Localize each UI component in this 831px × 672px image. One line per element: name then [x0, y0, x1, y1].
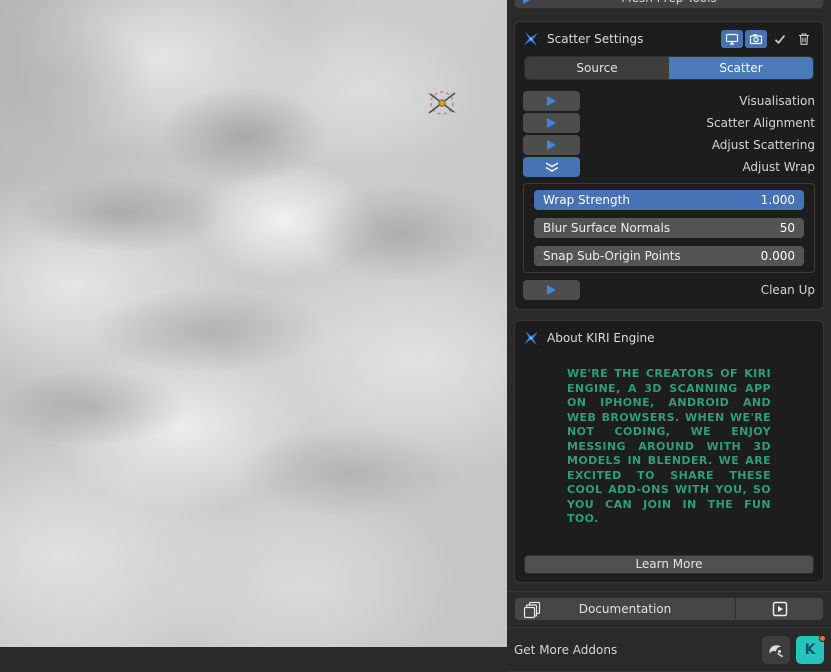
- kiri-app-icon: K: [805, 642, 816, 658]
- play-triangle-icon: [546, 95, 557, 107]
- learn-more-button[interactable]: Learn More: [524, 555, 814, 574]
- documentation-label: Documentation: [515, 602, 735, 616]
- double-chevron-down-icon: [543, 160, 561, 174]
- documentation-button[interactable]: Documentation: [515, 598, 735, 620]
- panel-title: About KIRI Engine: [547, 331, 655, 345]
- kiri-logo-icon: [523, 330, 539, 346]
- play-triangle-icon: [546, 284, 557, 296]
- snap-sub-origin-points-label: Snap Sub-Origin Points: [543, 249, 681, 263]
- scatter-alignment-label: Scatter Alignment: [706, 116, 815, 130]
- panel-title: Scatter Settings: [547, 32, 643, 46]
- wrap-strength-value: 1.000: [761, 193, 795, 207]
- check-icon: [773, 32, 787, 46]
- apply-button[interactable]: [769, 30, 791, 48]
- blur-surface-normals-slider[interactable]: Blur Surface Normals 50: [534, 218, 804, 238]
- wrap-strength-label: Wrap Strength: [543, 193, 630, 207]
- tab-scatter-label: Scatter: [719, 61, 762, 75]
- 3d-viewport[interactable]: [0, 0, 507, 647]
- adjust-wrap-collapse-button[interactable]: [523, 157, 580, 177]
- trash-icon: [797, 32, 811, 46]
- section-row-clean-up: Clean Up: [523, 279, 815, 301]
- kiri-logo-icon: [523, 31, 539, 47]
- snap-sub-origin-points-slider[interactable]: Snap Sub-Origin Points 0.000: [534, 246, 804, 266]
- superhive-market-button[interactable]: [762, 636, 790, 664]
- video-tutorial-icon: [772, 601, 788, 617]
- video-tutorial-button[interactable]: [735, 598, 823, 620]
- display-icon: [725, 32, 739, 46]
- play-triangle-icon: [546, 139, 557, 151]
- about-kiri-engine-panel: About KIRI Engine WE'RE THE CREATORS OF …: [514, 320, 824, 583]
- adjust-wrap-settings-box: Wrap Strength 1.000 Blur Surface Normals…: [523, 183, 815, 273]
- scatter-alignment-expand-button[interactable]: [523, 113, 580, 133]
- adjust-scattering-label: Adjust Scattering: [712, 138, 815, 152]
- tab-scatter[interactable]: Scatter: [669, 57, 813, 79]
- visualisation-label: Visualisation: [739, 94, 815, 108]
- scatter-settings-panel: Scatter Settings Source Scatter: [514, 21, 824, 310]
- source-scatter-tabs: Source Scatter: [524, 56, 814, 80]
- separator: [507, 671, 831, 672]
- blur-surface-normals-label: Blur Surface Normals: [543, 221, 670, 235]
- notification-dot-icon: [819, 635, 826, 642]
- section-row-visualisation: Visualisation: [523, 90, 815, 112]
- header-toggles: [721, 30, 815, 48]
- camera-icon: [749, 32, 763, 46]
- get-more-addons-row: Get More Addons K: [514, 635, 824, 665]
- pages-icon: [523, 601, 541, 619]
- play-triangle-icon: [546, 117, 557, 129]
- section-row-adjust-scattering: Adjust Scattering: [523, 134, 815, 156]
- viewport-display-toggle[interactable]: [721, 30, 743, 48]
- tab-source-label: Source: [576, 61, 617, 75]
- empty-axes-gizmo[interactable]: [424, 85, 460, 121]
- sidebar: Mesh Prep Tools Scatter Settings: [507, 0, 831, 647]
- about-panel-header[interactable]: About KIRI Engine: [523, 325, 815, 351]
- play-triangle-icon: [522, 0, 533, 5]
- render-camera-toggle[interactable]: [745, 30, 767, 48]
- mesh-prep-tools-button[interactable]: Mesh Prep Tools: [514, 0, 824, 9]
- tab-source[interactable]: Source: [525, 57, 669, 79]
- snap-sub-origin-points-value: 0.000: [761, 249, 795, 263]
- adjust-wrap-label: Adjust Wrap: [742, 160, 815, 174]
- wrap-strength-slider[interactable]: Wrap Strength 1.000: [534, 190, 804, 210]
- about-body-text: WE'RE THE CREATORS OF KIRI ENGINE, A 3D …: [567, 367, 771, 527]
- section-row-scatter-alignment: Scatter Alignment: [523, 112, 815, 134]
- adjust-scattering-expand-button[interactable]: [523, 135, 580, 155]
- section-row-adjust-wrap: Adjust Wrap: [523, 156, 815, 178]
- separator: [507, 627, 831, 628]
- separator: [507, 591, 831, 592]
- get-more-addons-label: Get More Addons: [514, 643, 617, 657]
- kiri-app-button[interactable]: K: [796, 636, 824, 664]
- visualisation-expand-button[interactable]: [523, 91, 580, 111]
- clean-up-label: Clean Up: [761, 283, 815, 297]
- clean-up-expand-button[interactable]: [523, 280, 580, 300]
- mesh-prep-tools-label: Mesh Prep Tools: [621, 0, 716, 5]
- scatter-settings-header[interactable]: Scatter Settings: [523, 26, 815, 52]
- superhive-bee-icon: [767, 641, 785, 659]
- blur-surface-normals-value: 50: [780, 221, 795, 235]
- delete-button[interactable]: [793, 30, 815, 48]
- learn-more-label: Learn More: [635, 557, 702, 571]
- addon-store-buttons: K: [762, 636, 824, 664]
- documentation-row: Documentation: [514, 597, 824, 621]
